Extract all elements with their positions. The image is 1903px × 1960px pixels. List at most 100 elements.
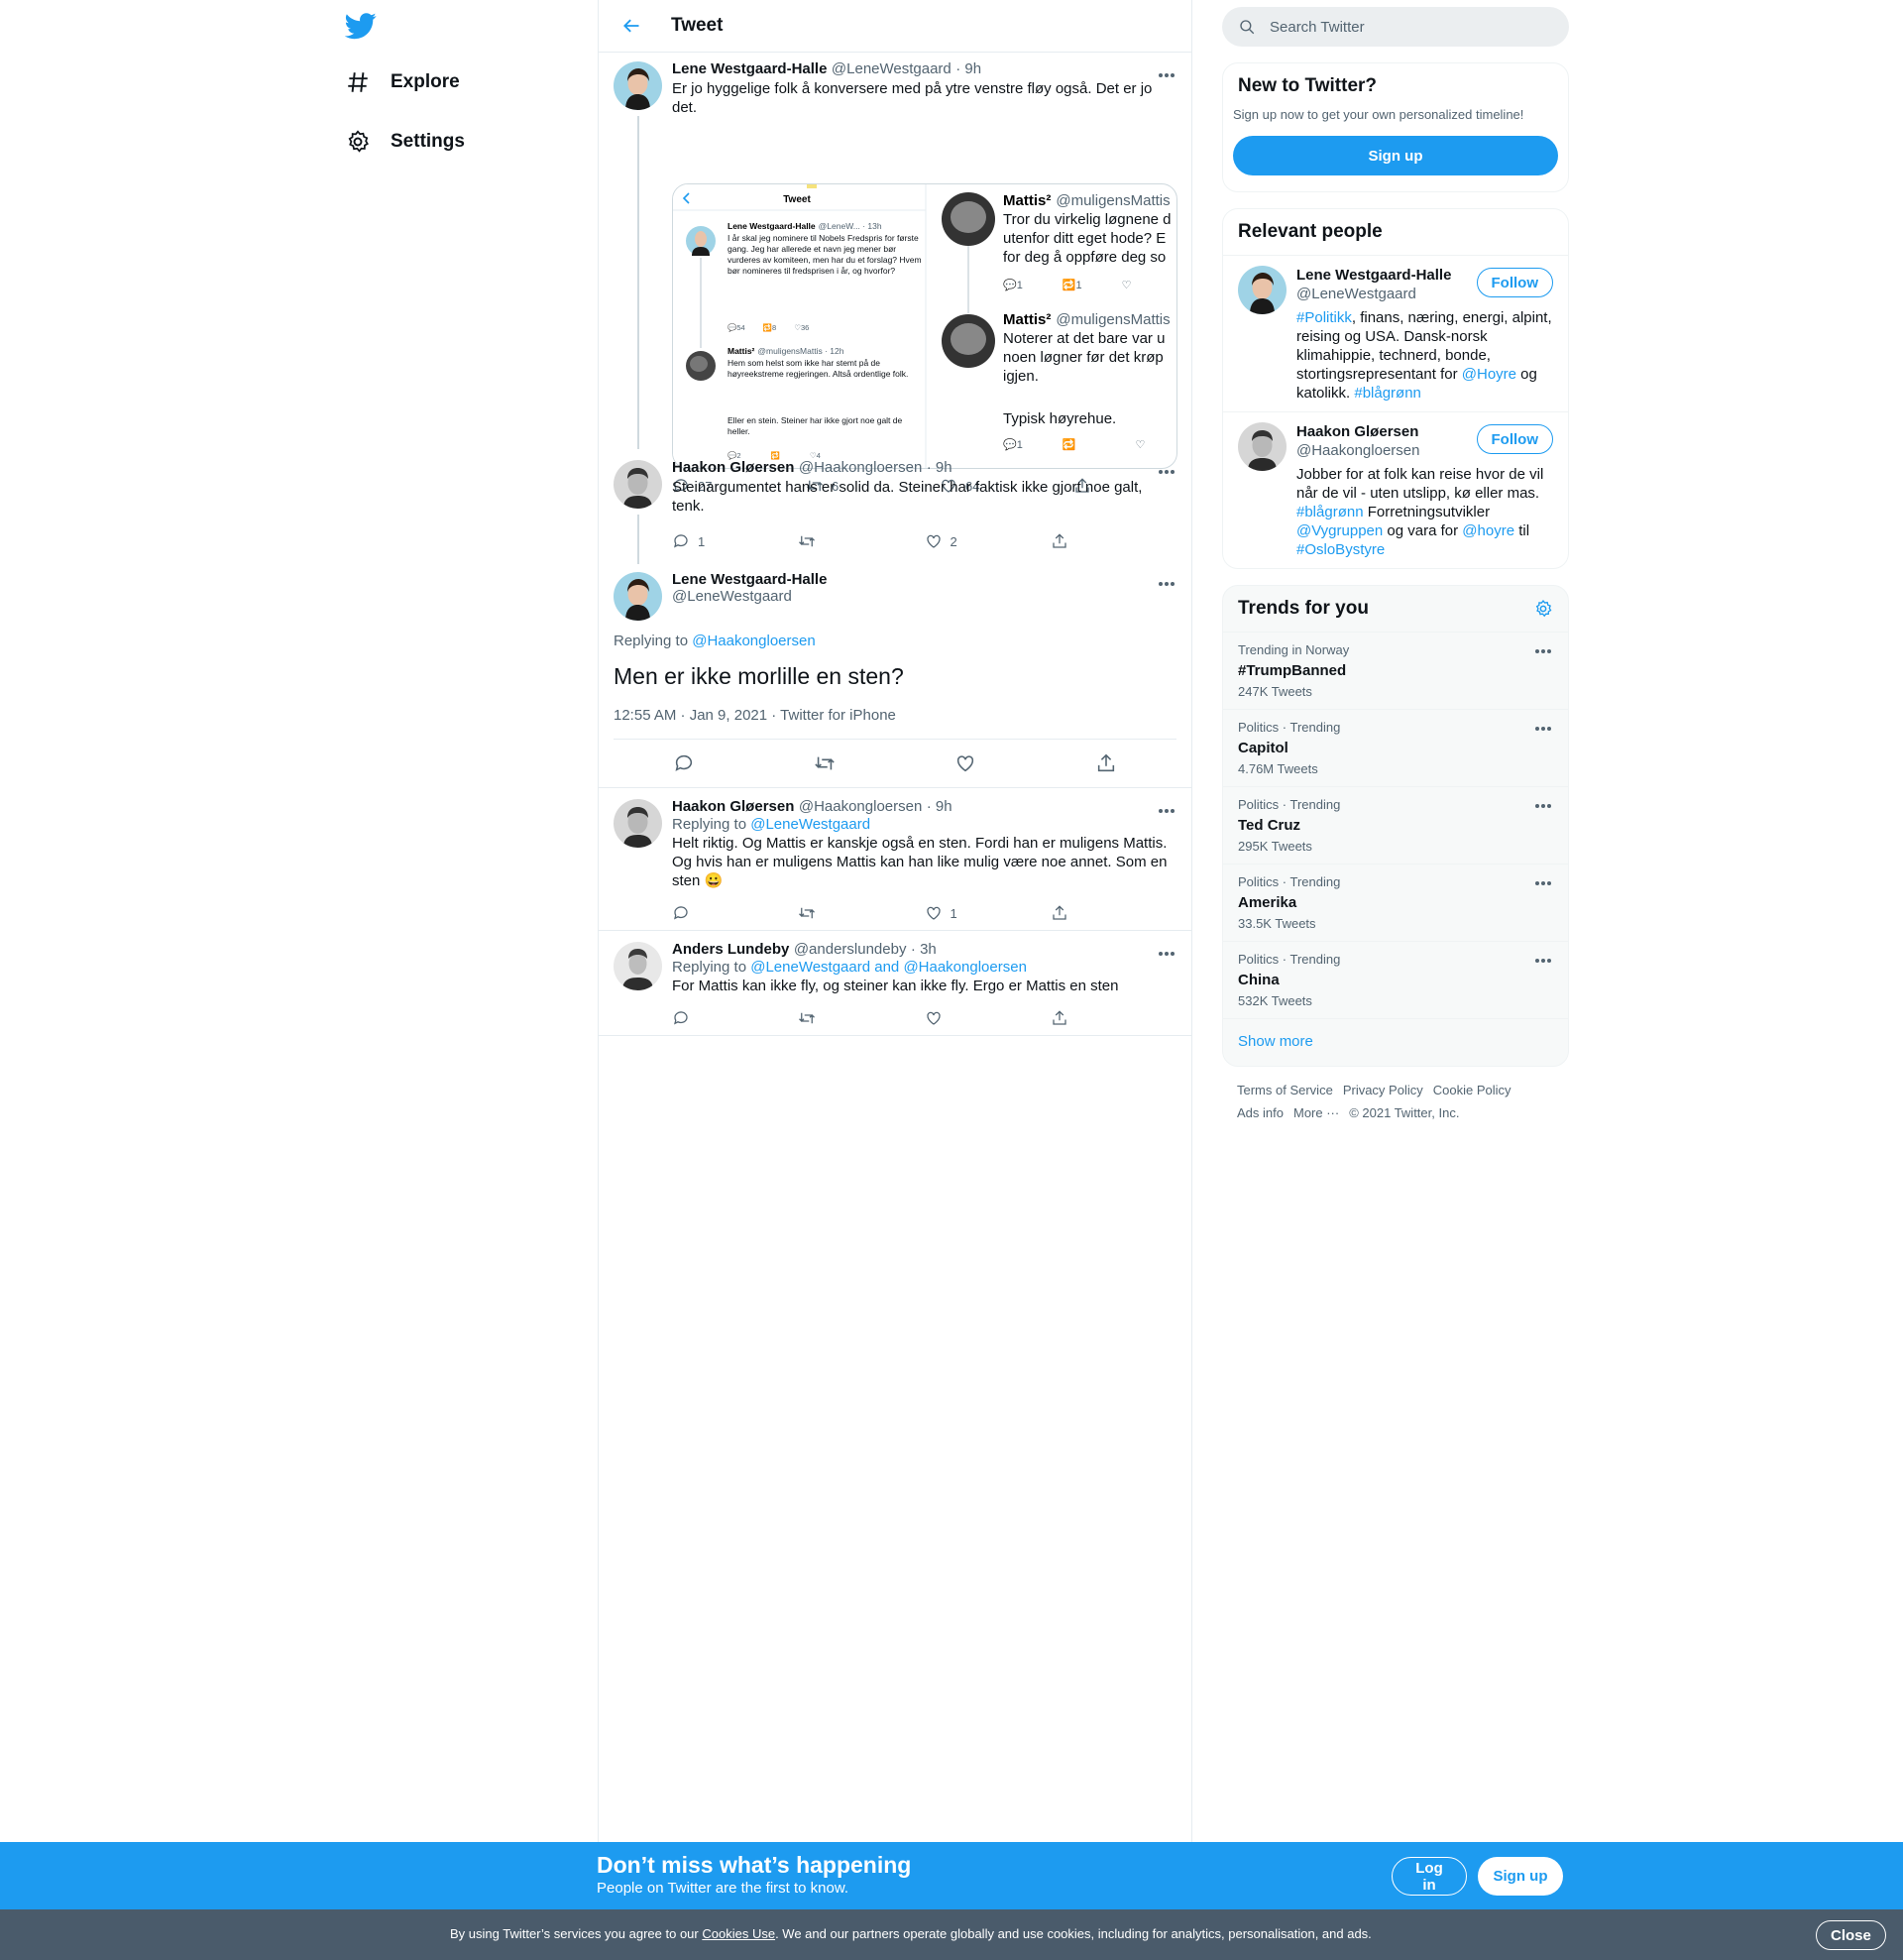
more-icon[interactable]: [1533, 878, 1553, 888]
tweet-time[interactable]: · 9h: [927, 798, 952, 815]
avatar[interactable]: [614, 942, 662, 990]
replying-to-link[interactable]: @LeneWestgaard: [750, 816, 870, 833]
bio-link[interactable]: #Politikk: [1296, 309, 1352, 326]
author-handle[interactable]: @LeneWestgaard: [672, 588, 1176, 605]
share-button[interactable]: [1051, 532, 1176, 550]
login-button[interactable]: Log in: [1392, 1857, 1467, 1896]
author-handle[interactable]: @anderslundeby: [794, 941, 907, 958]
trend-item[interactable]: Politics · Trending Capitol 4.76M Tweets: [1223, 709, 1568, 786]
author-handle[interactable]: @LeneWestgaard: [832, 60, 952, 77]
bio-link[interactable]: #OsloBystyre: [1296, 541, 1385, 558]
ads-info-link[interactable]: Ads info: [1237, 1105, 1284, 1120]
author-handle[interactable]: @Haakongloersen: [799, 798, 922, 815]
follow-button[interactable]: Follow: [1476, 424, 1553, 454]
more-icon[interactable]: [1533, 646, 1553, 656]
trend-item[interactable]: Politics · Trending Amerika 33.5K Tweets: [1223, 864, 1568, 941]
gear-icon: [348, 130, 369, 153]
terms-link[interactable]: Terms of Service: [1237, 1083, 1333, 1097]
retweet-icon[interactable]: [814, 752, 836, 774]
more-icon[interactable]: [1157, 806, 1176, 816]
show-more-label[interactable]: Show more: [1238, 1033, 1313, 1050]
reply-button[interactable]: 1: [672, 532, 798, 550]
person-card[interactable]: Follow Lene Westgaard-Halle @LeneWestgaa…: [1223, 255, 1568, 411]
more-icon[interactable]: [1157, 467, 1176, 477]
avatar[interactable]: [1238, 422, 1287, 471]
author-name[interactable]: Lene Westgaard-Halle: [672, 60, 827, 77]
avatar[interactable]: [614, 460, 662, 509]
bio-link[interactable]: @Vygruppen: [1296, 522, 1383, 539]
reply-tweet[interactable]: Anders Lundeby @anderslundeby · 3h Reply…: [599, 931, 1191, 1035]
reply-button[interactable]: [672, 1009, 798, 1027]
trends-header: Trends for you: [1223, 586, 1568, 632]
bio-link[interactable]: @Hoyre: [1462, 366, 1516, 383]
tweet-time[interactable]: · 9h: [927, 459, 952, 476]
heart-icon[interactable]: [954, 752, 976, 774]
close-button[interactable]: Close: [1816, 1920, 1886, 1950]
privacy-link[interactable]: Privacy Policy: [1343, 1083, 1423, 1097]
back-arrow-icon[interactable]: [616, 11, 646, 41]
like-button[interactable]: 1: [925, 904, 1051, 922]
retweet-button[interactable]: [798, 532, 924, 550]
like-button[interactable]: 2: [925, 532, 1051, 550]
trend-item[interactable]: Trending in Norway #TrumpBanned 247K Twe…: [1223, 632, 1568, 709]
more-icon[interactable]: [1533, 956, 1553, 966]
like-button[interactable]: [925, 1009, 1051, 1027]
reply-icon[interactable]: [673, 752, 695, 774]
more-icon[interactable]: [1157, 70, 1176, 80]
twitter-logo-icon[interactable]: [344, 10, 377, 42]
bio-link[interactable]: #blågrønn: [1296, 504, 1364, 520]
replying-prefix: Replying to: [672, 816, 747, 833]
reply-count: 1: [698, 533, 706, 549]
trend-item[interactable]: Politics · Trending China 532K Tweets: [1223, 941, 1568, 1018]
avatar[interactable]: [1238, 266, 1287, 314]
cookie-policy-link[interactable]: Cookie Policy: [1433, 1083, 1511, 1097]
reply-tweet[interactable]: Haakon Gløersen @Haakongloersen · 9h Rep…: [599, 788, 1191, 930]
avatar[interactable]: [614, 572, 662, 621]
more-link[interactable]: More ···: [1293, 1105, 1339, 1120]
author-name[interactable]: Haakon Gløersen: [672, 459, 794, 476]
gear-icon[interactable]: [1533, 599, 1553, 619]
replying-to-link[interactable]: @LeneWestgaard and @Haakongloersen: [750, 959, 1027, 976]
trend-item[interactable]: Politics · Trending Ted Cruz 295K Tweets: [1223, 786, 1568, 864]
retweet-button[interactable]: [798, 904, 924, 922]
banner-signup-button[interactable]: Sign up: [1478, 1857, 1563, 1896]
author-handle[interactable]: @Haakongloersen: [799, 459, 922, 476]
follow-button[interactable]: Follow: [1476, 268, 1553, 297]
reply-button[interactable]: [672, 904, 798, 922]
bio-link[interactable]: @hoyre: [1462, 522, 1514, 539]
trend-name: Ted Cruz: [1238, 817, 1301, 834]
ss-t1-c2: 8: [772, 323, 776, 332]
thread-tweet[interactable]: Lene Westgaard-Halle @LeneWestgaard · 9h…: [599, 53, 1191, 494]
tweet-time[interactable]: · 3h: [911, 941, 937, 958]
share-icon[interactable]: [1095, 752, 1117, 774]
replying-prefix: Replying to: [614, 633, 689, 649]
avatar[interactable]: [614, 799, 662, 848]
avatar[interactable]: [614, 61, 662, 110]
show-more-link[interactable]: Show more: [1223, 1018, 1568, 1066]
tweet-meta[interactable]: 12:55 AM · Jan 9, 2021 · Twitter for iPh…: [614, 707, 1176, 740]
retweet-button[interactable]: [798, 1009, 924, 1027]
tweet-image[interactable]: Tweet Lene Westgaard-Halle @LeneW... · 13…: [672, 183, 1177, 469]
signup-button[interactable]: Sign up: [1233, 136, 1558, 175]
tweet-actions: 1 2: [672, 524, 1176, 558]
more-icon[interactable]: [1533, 801, 1553, 811]
replying-to-link[interactable]: @Haakongloersen: [692, 633, 815, 649]
more-icon[interactable]: [1157, 579, 1176, 589]
cookies-use-link[interactable]: Cookies Use: [702, 1926, 775, 1941]
author-name[interactable]: Lene Westgaard-Halle: [672, 571, 1176, 588]
thread-tweet[interactable]: Haakon Gløersen @Haakongloersen · 9h Ste…: [599, 445, 1191, 564]
nav-explore[interactable]: Explore: [345, 69, 460, 95]
author-name[interactable]: Haakon Gløersen: [672, 798, 794, 815]
nav-settings[interactable]: Settings: [345, 129, 465, 155]
share-button[interactable]: [1051, 1009, 1176, 1027]
more-icon[interactable]: [1533, 724, 1553, 734]
share-button[interactable]: [1051, 904, 1176, 922]
bio-link[interactable]: #blågrønn: [1354, 385, 1421, 402]
nav-settings-label: Settings: [391, 131, 465, 152]
search-input[interactable]: Search Twitter: [1222, 7, 1569, 47]
author-name[interactable]: Anders Lundeby: [672, 941, 789, 958]
reply-icon: [674, 1011, 688, 1025]
person-card[interactable]: Follow Haakon Gløersen @Haakongloersen J…: [1223, 411, 1568, 568]
tweet-time[interactable]: · 9h: [955, 60, 981, 77]
more-icon[interactable]: [1157, 949, 1176, 959]
